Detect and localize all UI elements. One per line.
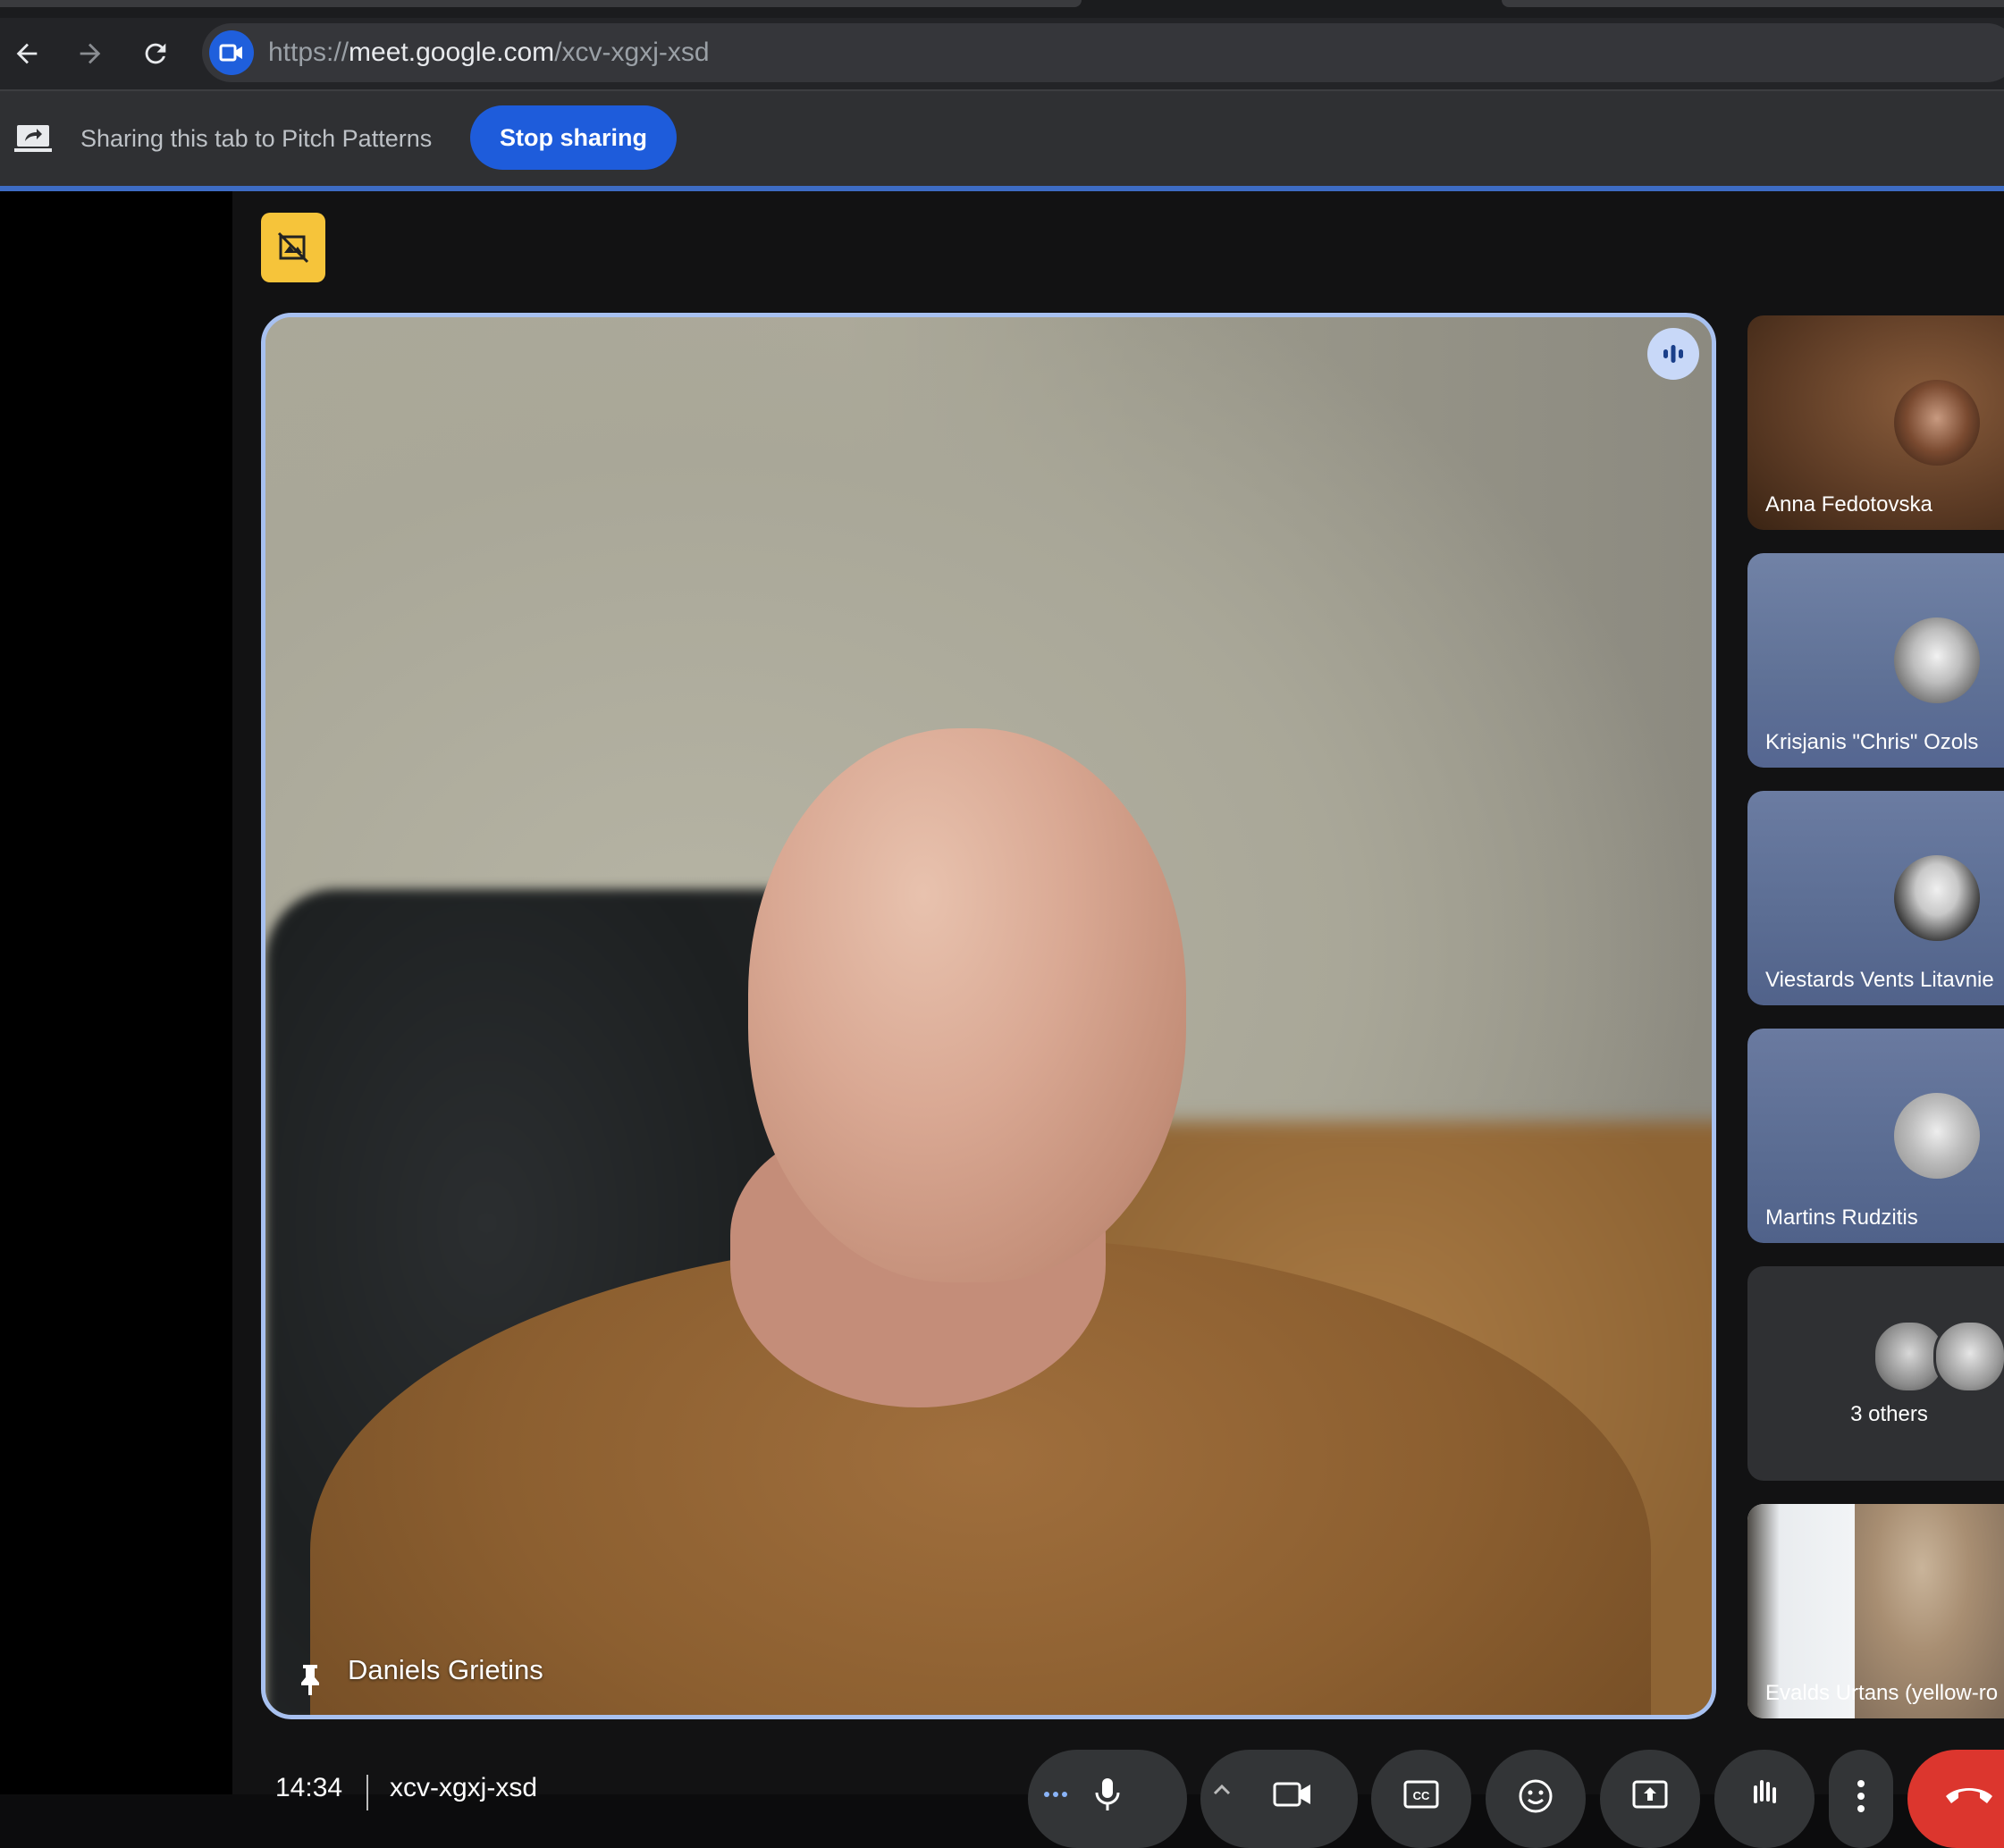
browser-tab[interactable] [0, 0, 1082, 7]
camera-unavailable-badge[interactable] [261, 213, 325, 282]
participant-tile-others[interactable]: 3 others [1747, 1266, 2004, 1481]
speaking-indicator [1647, 328, 1699, 380]
video-camera-icon [1273, 1782, 1310, 1807]
participant-name: Krisjanis "Chris" Ozols [1765, 730, 1979, 754]
avatar [1894, 855, 1980, 941]
participant-name: Evalds Urtans (yellow-ro [1765, 1681, 1999, 1705]
participant-name: Martins Rudzitis [1765, 1205, 1918, 1230]
arrow-right-icon [80, 43, 101, 64]
camera-control[interactable] [1200, 1750, 1358, 1848]
audio-settings-icon [1044, 1792, 1067, 1797]
main-speaker-name: Daniels Grietins [348, 1654, 543, 1685]
url-text[interactable]: https://meet.google.com/xcv-xgxj-xsd [268, 23, 710, 82]
screen-share-icon [14, 125, 52, 152]
url-scheme: https:// [268, 38, 349, 67]
more-vertical-icon [1857, 1780, 1865, 1812]
meeting-time: 14:34 [275, 1773, 343, 1802]
microphone-icon [1095, 1778, 1120, 1810]
divider [366, 1775, 368, 1810]
address-bar[interactable]: https://meet.google.com/xcv-xgxj-xsd [202, 23, 2004, 82]
hand-icon [1754, 1780, 1776, 1803]
chevron-up-icon [1213, 1784, 1231, 1795]
arrow-left-icon [16, 43, 38, 64]
audio-level-icon [1663, 345, 1683, 363]
browser-toolbar: https://meet.google.com/xcv-xgxj-xsd [0, 18, 2004, 91]
reactions-button[interactable] [1486, 1750, 1586, 1848]
end-call-icon [1946, 1788, 1992, 1803]
video-camera-icon [219, 44, 242, 62]
left-empty-pane [0, 191, 232, 1794]
back-button[interactable] [4, 30, 50, 77]
closed-captions-icon: CC [1403, 1780, 1439, 1809]
avatar [1933, 1320, 2004, 1393]
participant-tile-viestards[interactable]: Viestards Vents Litavnie [1747, 791, 2004, 1005]
emoji-icon [1519, 1779, 1553, 1813]
main-speaker-tile[interactable]: Daniels Grietins [261, 313, 1716, 1719]
leave-call-button[interactable] [1907, 1750, 2004, 1848]
present-button[interactable] [1600, 1750, 1700, 1848]
reload-button[interactable] [132, 30, 179, 77]
meeting-code: xcv-xgxj-xsd [390, 1773, 538, 1802]
microphone-control[interactable] [1028, 1750, 1187, 1848]
participant-tile-krisjanis[interactable]: Krisjanis "Chris" Ozols [1747, 553, 2004, 768]
speaker-head [748, 728, 1186, 1282]
others-count-label: 3 others [1850, 1402, 1928, 1426]
present-screen-icon [1632, 1780, 1668, 1809]
captions-button[interactable]: CC [1371, 1750, 1471, 1848]
participant-tile-evalds[interactable]: Evalds Urtans (yellow-ro [1747, 1504, 2004, 1718]
more-options-button[interactable] [1829, 1750, 1893, 1848]
participant-name: Viestards Vents Litavnie [1765, 968, 1994, 992]
stop-sharing-button[interactable]: Stop sharing [470, 105, 678, 170]
reload-icon [145, 43, 166, 64]
avatar [1894, 1093, 1980, 1179]
sharing-message: Sharing this tab to Pitch Patterns [80, 125, 433, 152]
avatar [1894, 380, 1980, 466]
tab-strip [0, 0, 2004, 18]
forward-button[interactable] [67, 30, 114, 77]
url-path: /xcv-xgxj-xsd [554, 38, 710, 67]
meet-site-icon[interactable] [209, 30, 254, 75]
browser-tab[interactable] [1502, 0, 2004, 7]
url-host: meet.google.com [349, 38, 555, 67]
no-video-icon [277, 231, 309, 264]
sharing-infobar: Sharing this tab to Pitch Patterns Stop … [0, 91, 2004, 186]
avatar [1894, 617, 1980, 703]
svg-text:CC: CC [1413, 1789, 1430, 1802]
raise-hand-button[interactable] [1714, 1750, 1815, 1848]
participant-tile-martins[interactable]: Martins Rudzitis [1747, 1029, 2004, 1243]
pin-icon[interactable] [294, 1661, 326, 1697]
participant-name: Anna Fedotovska [1765, 492, 1932, 517]
participant-tile-anna[interactable]: Anna Fedotovska [1747, 315, 2004, 530]
